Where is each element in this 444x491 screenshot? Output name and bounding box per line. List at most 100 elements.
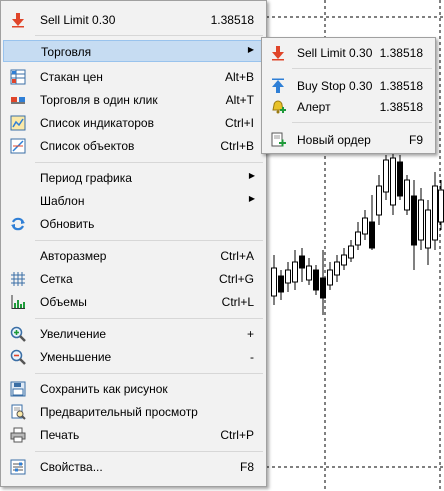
menu-item-refresh[interactable]: Обновить xyxy=(3,213,264,235)
print-preview-icon xyxy=(10,404,26,420)
menu-header-label: Sell Limit 0.30 xyxy=(40,13,116,27)
depth-of-market-icon xyxy=(10,69,26,85)
buy-arrow-icon xyxy=(270,78,286,94)
menu-item-zoom-out[interactable]: Уменьшение - xyxy=(3,346,264,368)
menu-item-label: Шаблон xyxy=(40,194,85,208)
candle-body xyxy=(362,217,368,235)
menu-item-label: Увеличение xyxy=(40,327,107,341)
menu-separator xyxy=(35,162,263,163)
menu-item-shortcut: Alt+B xyxy=(224,70,254,84)
menu-item-zoom-in[interactable]: Увеличение + xyxy=(3,323,264,345)
menu-item-print-preview[interactable]: Предварительный просмотр xyxy=(3,401,264,423)
menu-item-template[interactable]: Шаблон ▶ xyxy=(3,190,264,212)
menu-item-label: Уменьшение xyxy=(40,350,112,364)
menu-item-autoscale[interactable]: Авторазмер Ctrl+A xyxy=(3,245,264,267)
candle-body xyxy=(271,267,277,297)
menu-separator xyxy=(35,451,263,452)
menu-separator xyxy=(35,318,263,319)
menu-item-label: Обновить xyxy=(40,217,95,231)
print-icon xyxy=(10,427,26,443)
menu-header-sell-limit[interactable]: Sell Limit 0.30 1.38518 xyxy=(3,9,264,31)
candle-body xyxy=(292,261,298,283)
zoom-in-icon xyxy=(10,326,26,342)
menu-item-one-click-trading[interactable]: Торговля в один клик Alt+T xyxy=(3,89,264,111)
candle-body xyxy=(348,245,354,259)
menu-item-label: Авторазмер xyxy=(40,249,107,263)
candle-body xyxy=(306,265,312,281)
menu-item-chart-period[interactable]: Период графика ▶ xyxy=(3,167,264,189)
submenu-arrow-icon: ▶ xyxy=(247,45,254,54)
volumes-icon xyxy=(10,294,26,310)
submenu-item-buy-stop[interactable]: Buy Stop 0.30 1.38518 xyxy=(264,75,433,97)
menu-item-print[interactable]: Печать Ctrl+P xyxy=(3,424,264,446)
menu-item-label: Период графика xyxy=(40,171,132,185)
menu-item-properties[interactable]: Свойства... F8 xyxy=(3,456,264,478)
candle-body xyxy=(383,159,389,193)
indicators-list-icon xyxy=(10,115,26,131)
submenu-item-sell-limit[interactable]: Sell Limit 0.30 1.38518 xyxy=(264,42,433,64)
sell-arrow-icon xyxy=(10,12,26,28)
submenu-item-label: Новый ордер xyxy=(297,133,371,147)
menu-separator xyxy=(292,122,432,123)
submenu-item-price: 1.38518 xyxy=(379,79,423,93)
new-order-icon xyxy=(270,132,286,148)
candle-body xyxy=(411,195,417,246)
submenu-item-price: 1.38518 xyxy=(379,46,423,60)
menu-item-label: Сетка xyxy=(40,272,73,286)
menu-item-volumes[interactable]: Объемы Ctrl+L xyxy=(3,291,264,313)
submenu-item-alert[interactable]: Алерт 1.38518 xyxy=(264,96,433,118)
menu-item-shortcut: + xyxy=(246,327,254,341)
menu-item-label: Стакан цен xyxy=(40,70,103,84)
submenu-item-new-order[interactable]: Новый ордер F9 xyxy=(264,129,433,151)
submenu-item-shortcut: F9 xyxy=(408,133,423,147)
menu-item-label: Торговля в один клик xyxy=(40,93,158,107)
save-picture-icon xyxy=(10,381,26,397)
menu-item-trading[interactable]: Торговля ▶ xyxy=(3,40,264,62)
menu-item-shortcut: Ctrl+G xyxy=(218,272,254,286)
objects-list-icon xyxy=(10,138,26,154)
candlesticks xyxy=(271,150,444,315)
candle-body xyxy=(369,221,375,249)
menu-item-shortcut: Ctrl+B xyxy=(220,139,254,153)
refresh-icon xyxy=(10,216,26,232)
candle-body xyxy=(390,157,396,206)
menu-item-label: Предварительный просмотр xyxy=(40,405,198,419)
menu-item-label: Сохранить как рисунок xyxy=(40,382,168,396)
menu-separator xyxy=(35,240,263,241)
candle-body xyxy=(334,261,340,276)
candle-body xyxy=(327,269,333,286)
menu-item-shortcut: F8 xyxy=(239,460,254,474)
submenu-item-label: Алерт xyxy=(297,100,331,114)
menu-separator xyxy=(35,35,263,36)
candle-body xyxy=(278,275,284,293)
menu-item-depth-of-market[interactable]: Стакан цен Alt+B xyxy=(3,66,264,88)
menu-item-shortcut: - xyxy=(250,350,254,364)
grid-icon xyxy=(10,271,26,287)
submenu-arrow-icon: ▶ xyxy=(248,194,255,203)
candle-body xyxy=(425,209,431,249)
menu-separator xyxy=(292,68,432,69)
candle-body xyxy=(341,254,347,266)
candle-body xyxy=(432,185,438,241)
menu-item-label: Печать xyxy=(40,428,80,442)
menu-header-price: 1.38518 xyxy=(210,13,254,27)
menu-item-label: Объемы xyxy=(40,295,87,309)
candle-body xyxy=(285,269,291,284)
menu-item-indicators-list[interactable]: Список индикаторов Ctrl+I xyxy=(3,112,264,134)
menu-item-label: Свойства... xyxy=(40,460,103,474)
candle-body xyxy=(438,189,444,223)
menu-item-shortcut: Ctrl+L xyxy=(221,295,254,309)
menu-item-save-as-picture[interactable]: Сохранить как рисунок xyxy=(3,378,264,400)
properties-icon xyxy=(10,459,26,475)
sell-arrow-icon xyxy=(270,45,286,61)
candle-body xyxy=(397,161,403,197)
menu-item-shortcut: Alt+T xyxy=(225,93,254,107)
submenu-item-label: Buy Stop 0.30 xyxy=(297,79,373,93)
menu-item-shortcut: Ctrl+P xyxy=(220,428,254,442)
menu-item-grid[interactable]: Сетка Ctrl+G xyxy=(3,268,264,290)
menu-item-objects-list[interactable]: Список объектов Ctrl+B xyxy=(3,135,264,157)
menu-item-label: Список индикаторов xyxy=(40,116,154,130)
submenu-item-price: 1.38518 xyxy=(379,100,423,114)
trading-submenu: Sell Limit 0.30 1.38518 Buy Stop 0.30 1.… xyxy=(261,37,436,154)
submenu-item-label: Sell Limit 0.30 xyxy=(297,46,373,60)
